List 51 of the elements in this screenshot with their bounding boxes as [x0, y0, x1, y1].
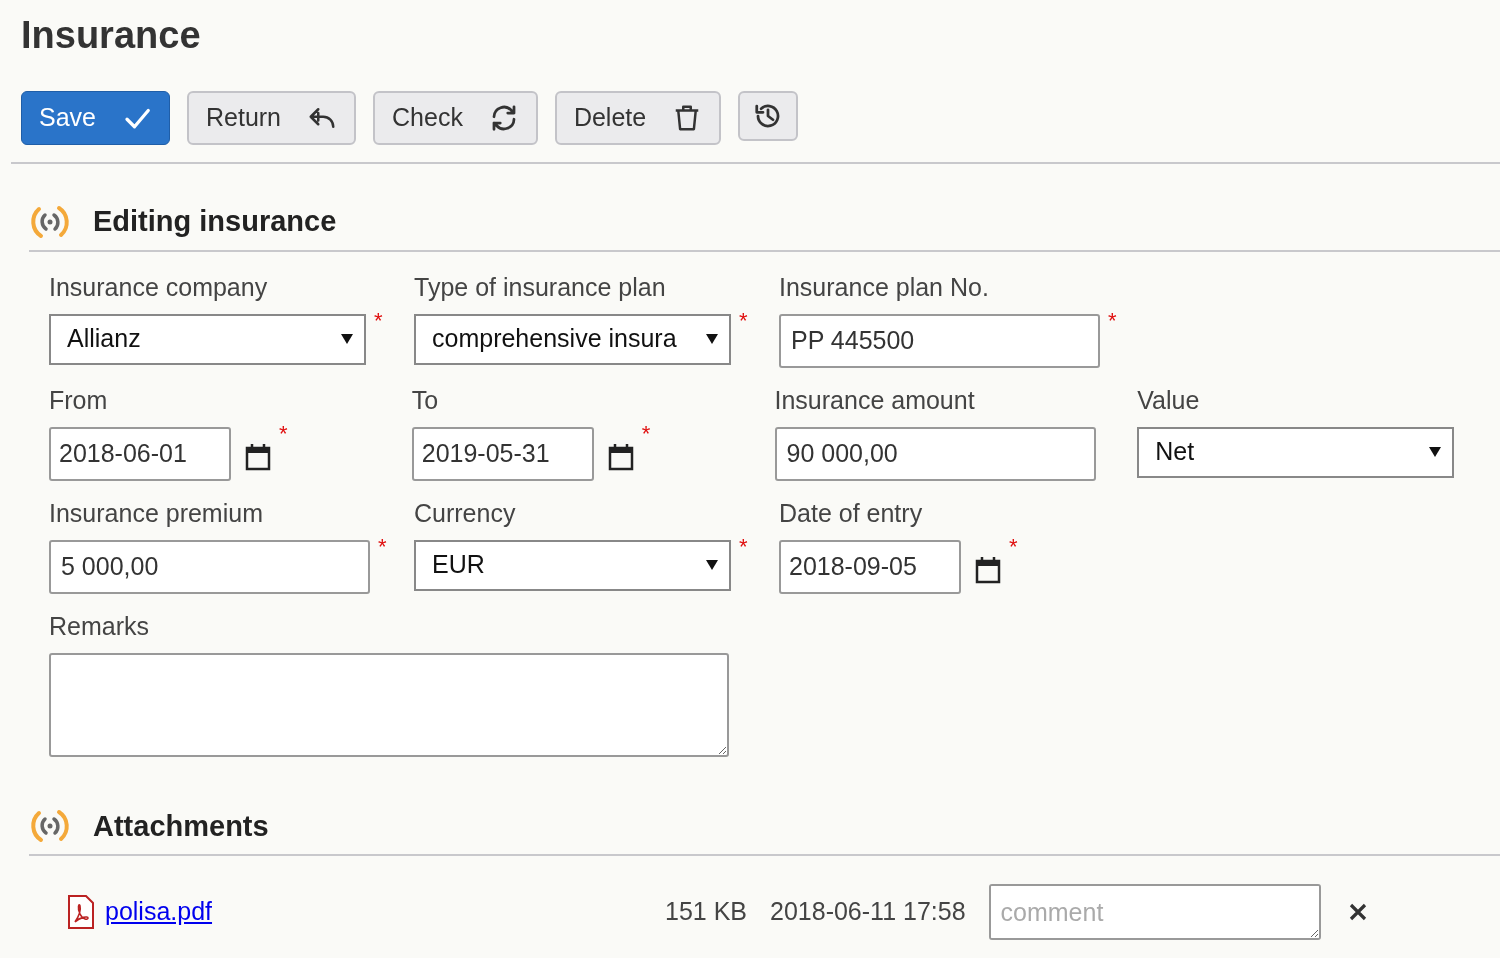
dropdown[interactable]: Net: [1137, 426, 1455, 478]
caret-icon: [705, 333, 719, 345]
calendar-icon[interactable]: [245, 442, 271, 471]
check-button[interactable]: Check: [373, 91, 538, 145]
date-field[interactable]: 2018-06-01: [49, 426, 231, 481]
caret-icon: [705, 559, 719, 571]
date-field[interactable]: 2019-05-31: [411, 426, 594, 481]
delete-button[interactable]: Delete: [554, 91, 722, 145]
save-button[interactable]: Save: [21, 91, 170, 145]
field-label: Insurance company: [49, 271, 269, 302]
file-date: 2018-06-11 17:58: [770, 896, 966, 928]
required-mark: *: [739, 309, 748, 332]
calendar-icon[interactable]: [607, 442, 634, 471]
field-label: Insurance premium: [49, 497, 264, 528]
history-button[interactable]: [738, 91, 799, 141]
field-label: Value: [1137, 384, 1201, 415]
caret-icon: [340, 333, 354, 345]
field-label: To: [411, 384, 440, 415]
return-button[interactable]: Return: [187, 91, 357, 145]
dropdown[interactable]: EUR: [414, 539, 731, 591]
required-mark: *: [279, 422, 288, 445]
field-label: Date of entry: [779, 497, 924, 528]
caret-icon: [1428, 446, 1443, 458]
pdf-file-icon: [67, 894, 95, 930]
input-field[interactable]: 5 000,00: [49, 539, 370, 594]
remarks-field[interactable]: [49, 652, 729, 757]
field-label: Insurance amount: [774, 384, 976, 415]
required-mark: *: [739, 535, 748, 558]
field-label: Insurance plan No.: [779, 271, 990, 302]
required-mark: *: [374, 309, 383, 332]
required-mark: *: [1009, 535, 1018, 558]
dropdown[interactable]: comprehensive insura: [414, 313, 731, 365]
required-mark: *: [1108, 309, 1117, 332]
dropdown[interactable]: Allianz: [49, 313, 366, 365]
close-icon[interactable]: [1348, 903, 1367, 921]
file-size: 151 KB: [665, 896, 747, 928]
file-link[interactable]: polisa.pdf: [105, 893, 665, 931]
required-mark: *: [641, 422, 651, 445]
field-label: From: [49, 384, 109, 415]
field-label: Remarks: [49, 610, 150, 641]
section-title: Editing insurance: [93, 204, 337, 239]
page-title: Insurance: [20, 13, 202, 54]
date-field[interactable]: 2018-09-05: [779, 539, 961, 594]
input-field[interactable]: 90 000,00: [774, 426, 1096, 481]
field-label: Type of insurance plan: [414, 271, 667, 302]
calendar-icon[interactable]: [975, 555, 1001, 584]
required-mark: *: [378, 535, 387, 558]
section-title: Attachments: [93, 808, 269, 844]
input-field[interactable]: PP 445500: [779, 313, 1100, 368]
comment-field[interactable]: comment: [988, 884, 1321, 940]
field-label: Currency: [414, 497, 517, 528]
